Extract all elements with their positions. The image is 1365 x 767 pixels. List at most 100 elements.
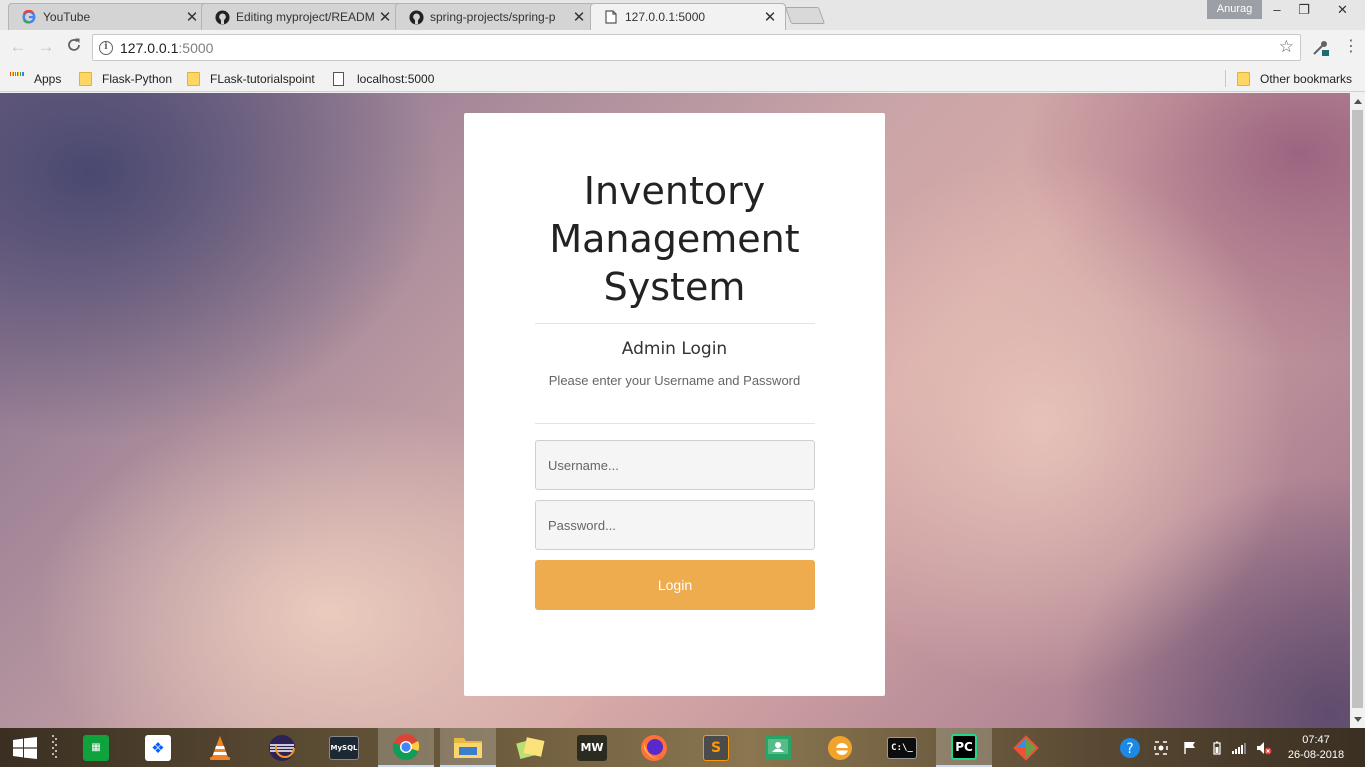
close-icon[interactable]: ✕ xyxy=(378,8,392,26)
nfs-mw-label: MW xyxy=(577,734,607,761)
dropbox-icon[interactable]: ❖ xyxy=(130,728,186,767)
login-button[interactable]: Login xyxy=(535,560,815,610)
page-title: Inventory Management System xyxy=(464,167,885,311)
windows-taskbar: ▦ ❖ MySQL MW S C:\_ PC ? 07:47 26-08-201… xyxy=(0,728,1365,767)
dropbox-app-icon: ❖ xyxy=(145,734,171,761)
github-icon xyxy=(408,9,424,25)
eyedropper-extension-icon[interactable] xyxy=(1311,38,1331,58)
classroom-icon[interactable] xyxy=(750,728,806,767)
login-hint: Please enter your Username and Password xyxy=(548,373,801,388)
login-subtitle: Admin Login xyxy=(621,339,728,359)
login-card: Inventory Management System Admin Login … xyxy=(464,113,885,696)
scroll-up-icon[interactable] xyxy=(1354,99,1362,104)
minimize-icon[interactable]: – xyxy=(1262,0,1292,20)
scroll-thumb[interactable] xyxy=(1352,110,1363,708)
bookmark-label: FLask-tutorialspoint xyxy=(210,72,315,86)
bookmark-label: Apps xyxy=(34,72,62,86)
mysql-app-icon: MySQL xyxy=(329,735,359,760)
title-line-3: System xyxy=(603,265,746,309)
close-icon[interactable]: ✕ xyxy=(763,8,777,26)
profile-button[interactable]: Anurag xyxy=(1207,0,1262,19)
restore-icon[interactable]: ❐ xyxy=(1289,0,1319,20)
scroll-down-icon[interactable] xyxy=(1354,717,1362,722)
forward-icon[interactable]: → xyxy=(36,37,56,57)
bookmark-flask-tutorialspoint[interactable]: FLask-tutorialspoint xyxy=(187,70,315,88)
firefox-icon[interactable] xyxy=(626,728,682,767)
clock-date: 26-08-2018 xyxy=(1287,749,1345,761)
title-line-2: Management xyxy=(549,217,800,261)
start-icon[interactable] xyxy=(0,728,50,767)
mysql-icon[interactable]: MySQL xyxy=(316,728,372,767)
tab-localhost[interactable]: 127.0.0.1:5000 ✕ xyxy=(590,3,786,30)
username-input[interactable] xyxy=(535,440,815,490)
divider xyxy=(535,323,815,324)
nfs-mw-icon[interactable]: MW xyxy=(564,728,620,767)
pycharm-icon[interactable]: PC xyxy=(936,728,992,767)
cmd-icon[interactable]: C:\_ xyxy=(874,728,930,767)
folder-icon xyxy=(79,72,92,86)
password-input[interactable] xyxy=(535,500,815,550)
apps-grid-icon xyxy=(10,72,25,86)
bookmark-label: Flask-Python xyxy=(102,72,173,86)
close-icon[interactable]: ✕ xyxy=(185,8,199,26)
battery-icon[interactable] xyxy=(1210,728,1224,767)
bookmarks-divider xyxy=(1225,70,1226,87)
store-icon[interactable]: ▦ xyxy=(68,728,124,767)
tab-title: 127.0.0.1:5000 xyxy=(625,10,706,24)
store-app-icon: ▦ xyxy=(83,734,109,761)
back-icon[interactable]: ← xyxy=(8,37,28,57)
sublime-icon[interactable]: S xyxy=(688,728,744,767)
chrome-icon[interactable] xyxy=(378,728,434,767)
page-icon xyxy=(603,9,619,25)
bookmark-localhost[interactable]: localhost:5000 xyxy=(333,70,434,88)
divider xyxy=(535,423,815,424)
close-icon[interactable]: ✕ xyxy=(572,8,586,26)
folder-icon xyxy=(1237,72,1250,86)
url-host: 127.0.0.1 xyxy=(120,39,179,56)
volume-muted-icon[interactable] xyxy=(1255,728,1273,767)
file-explorer-icon[interactable] xyxy=(440,728,496,767)
bookmark-flask-python[interactable]: Flask-Python xyxy=(79,70,172,88)
signal-icon[interactable] xyxy=(1230,728,1248,767)
page-scrollbar[interactable] xyxy=(1350,93,1365,728)
tab-youtube[interactable]: YouTube ✕ xyxy=(8,3,208,30)
capture-icon[interactable] xyxy=(1152,728,1170,767)
clock-time: 07:47 xyxy=(1302,734,1330,746)
folder-icon xyxy=(187,72,200,86)
cmd-app-icon: C:\_ xyxy=(887,736,917,759)
tab-editing-readme[interactable]: Editing myproject/READM ✕ xyxy=(201,3,401,30)
address-bar[interactable]: i 127.0.0.1:5000 ☆ xyxy=(92,34,1301,61)
window-close-icon[interactable]: ✕ xyxy=(1320,0,1365,20)
reload-icon[interactable] xyxy=(64,37,84,57)
browser-toolbar: ← → i 127.0.0.1:5000 ☆ ⋮ xyxy=(0,30,1365,65)
bookmark-label: localhost:5000 xyxy=(357,72,435,86)
bookmark-star-icon[interactable]: ☆ xyxy=(1279,37,1294,57)
info-icon[interactable]: i xyxy=(99,40,113,55)
page-icon xyxy=(333,72,344,86)
bookmarks-bar: Apps Flask-Python FLask-tutorialspoint l… xyxy=(0,65,1365,92)
bookmark-apps[interactable]: Apps xyxy=(10,70,61,88)
browser-tab-strip: YouTube ✕ Editing myproject/READM ✕ spri… xyxy=(0,0,1365,30)
page-background: Inventory Management System Admin Login … xyxy=(0,93,1350,728)
svg-text:?: ? xyxy=(1126,741,1133,757)
more-menu-icon[interactable]: ⋮ xyxy=(1343,38,1359,58)
eclipse-icon[interactable] xyxy=(254,728,310,767)
vlc-icon[interactable] xyxy=(192,728,248,767)
sticky-notes-icon[interactable] xyxy=(502,728,558,767)
tab-spring-projects[interactable]: spring-projects/spring-p ✕ xyxy=(395,3,595,30)
tab-title: Editing myproject/READM xyxy=(236,10,375,24)
tab-title: YouTube xyxy=(43,10,91,24)
other-bookmarks[interactable]: Other bookmarks xyxy=(1237,70,1352,88)
task-view-icon[interactable] xyxy=(44,728,66,767)
help-icon[interactable]: ? xyxy=(1118,728,1142,767)
system-clock[interactable]: 07:47 26-08-2018 xyxy=(1284,733,1348,763)
github-icon xyxy=(214,9,230,25)
title-line-1: Inventory xyxy=(583,169,766,213)
sublime-label: S xyxy=(703,734,729,761)
url-port: :5000 xyxy=(178,39,214,56)
new-tab-button[interactable] xyxy=(784,7,826,24)
edge-icon[interactable] xyxy=(812,728,868,767)
flag-icon[interactable] xyxy=(1182,728,1198,767)
git-icon[interactable] xyxy=(998,728,1054,767)
google-icon xyxy=(21,9,37,25)
